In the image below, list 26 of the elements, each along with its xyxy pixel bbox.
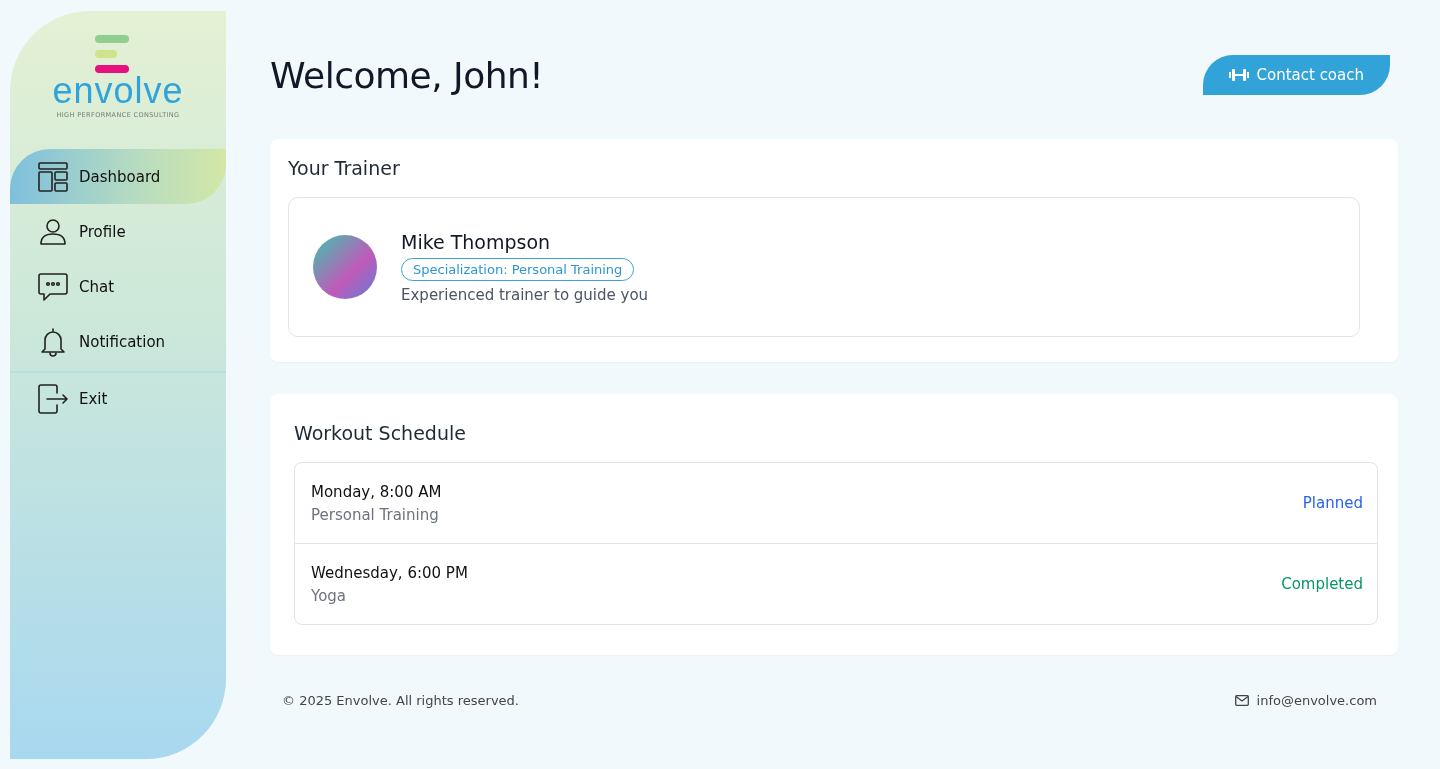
card-title: Your Trainer bbox=[288, 157, 401, 179]
mail-icon bbox=[1234, 695, 1249, 706]
trainer-name: Mike Thompson bbox=[401, 230, 551, 253]
copyright-text: © 2025 Envolve. All rights reserved. bbox=[282, 693, 519, 708]
nav-item[interactable]: Chat bbox=[10, 259, 226, 314]
session-status: Planned bbox=[1302, 494, 1363, 512]
card-title: Workout Schedule bbox=[294, 422, 467, 444]
exit-item[interactable]: Exit bbox=[10, 373, 226, 425]
dashboard-icon bbox=[37, 160, 69, 193]
session-activity: Yoga bbox=[311, 586, 348, 605]
page-title: Welcome, John! bbox=[270, 54, 544, 96]
dumbbell-icon bbox=[1228, 68, 1249, 82]
nav-item[interactable]: Profile bbox=[10, 204, 226, 259]
session-time: Monday, 8:00 AM bbox=[311, 482, 442, 501]
logo-bars-icon bbox=[95, 35, 129, 73]
nav-item[interactable]: Dashboard bbox=[10, 149, 226, 204]
session-time: Wednesday, 6:00 PM bbox=[311, 563, 468, 582]
user-icon bbox=[37, 217, 69, 246]
session-status: Completed bbox=[1281, 575, 1363, 593]
trainer-description: Experienced trainer to guide you bbox=[401, 285, 649, 304]
session-activity: Personal Training bbox=[311, 505, 440, 524]
chat-icon bbox=[37, 271, 69, 302]
nav-item[interactable]: Notification bbox=[10, 314, 226, 369]
exit-icon bbox=[37, 383, 69, 415]
logo-text: envolve bbox=[52, 73, 184, 109]
email-link[interactable]: info@envolve.com bbox=[1256, 693, 1377, 708]
